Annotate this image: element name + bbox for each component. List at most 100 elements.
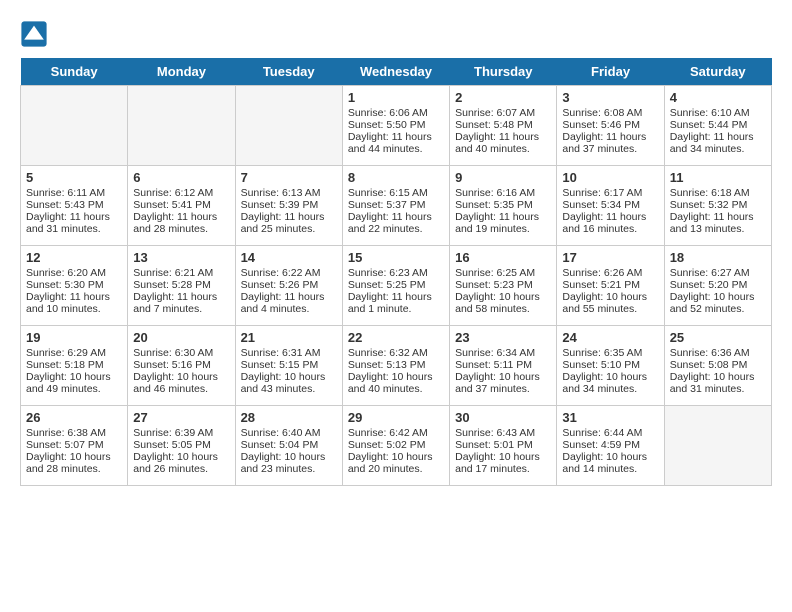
day-info: Sunset: 5:35 PM	[455, 199, 551, 211]
day-header-monday: Monday	[128, 58, 235, 86]
day-info: Daylight: 10 hours and 58 minutes.	[455, 291, 551, 315]
calendar-week-5: 26Sunrise: 6:38 AMSunset: 5:07 PMDayligh…	[21, 406, 772, 486]
day-info: Sunset: 5:11 PM	[455, 359, 551, 371]
calendar-cell: 23Sunrise: 6:34 AMSunset: 5:11 PMDayligh…	[450, 326, 557, 406]
day-number: 4	[670, 90, 766, 105]
day-number: 16	[455, 250, 551, 265]
day-info: Daylight: 10 hours and 17 minutes.	[455, 451, 551, 475]
calendar-week-2: 5Sunrise: 6:11 AMSunset: 5:43 PMDaylight…	[21, 166, 772, 246]
day-info: Sunset: 5:50 PM	[348, 119, 444, 131]
day-number: 3	[562, 90, 658, 105]
day-info: Daylight: 10 hours and 31 minutes.	[670, 371, 766, 395]
day-info: Sunrise: 6:16 AM	[455, 187, 551, 199]
calendar-cell: 17Sunrise: 6:26 AMSunset: 5:21 PMDayligh…	[557, 246, 664, 326]
day-number: 27	[133, 410, 229, 425]
day-number: 5	[26, 170, 122, 185]
calendar-cell: 8Sunrise: 6:15 AMSunset: 5:37 PMDaylight…	[342, 166, 449, 246]
day-header-thursday: Thursday	[450, 58, 557, 86]
day-info: Sunrise: 6:20 AM	[26, 267, 122, 279]
day-info: Sunset: 5:15 PM	[241, 359, 337, 371]
calendar-cell: 5Sunrise: 6:11 AMSunset: 5:43 PMDaylight…	[21, 166, 128, 246]
day-info: Sunset: 5:25 PM	[348, 279, 444, 291]
calendar-cell: 15Sunrise: 6:23 AMSunset: 5:25 PMDayligh…	[342, 246, 449, 326]
day-info: Sunrise: 6:39 AM	[133, 427, 229, 439]
day-number: 9	[455, 170, 551, 185]
day-number: 20	[133, 330, 229, 345]
day-number: 30	[455, 410, 551, 425]
day-info: Sunset: 5:41 PM	[133, 199, 229, 211]
calendar-week-4: 19Sunrise: 6:29 AMSunset: 5:18 PMDayligh…	[21, 326, 772, 406]
calendar-cell	[235, 86, 342, 166]
day-info: Sunset: 5:44 PM	[670, 119, 766, 131]
day-info: Sunset: 5:01 PM	[455, 439, 551, 451]
day-number: 15	[348, 250, 444, 265]
day-info: Sunset: 5:20 PM	[670, 279, 766, 291]
day-info: Sunset: 5:34 PM	[562, 199, 658, 211]
day-info: Daylight: 11 hours and 10 minutes.	[26, 291, 122, 315]
day-info: Daylight: 11 hours and 34 minutes.	[670, 131, 766, 155]
calendar-cell: 3Sunrise: 6:08 AMSunset: 5:46 PMDaylight…	[557, 86, 664, 166]
day-info: Sunset: 5:02 PM	[348, 439, 444, 451]
day-info: Sunset: 5:39 PM	[241, 199, 337, 211]
calendar-cell: 19Sunrise: 6:29 AMSunset: 5:18 PMDayligh…	[21, 326, 128, 406]
calendar-week-1: 1Sunrise: 6:06 AMSunset: 5:50 PMDaylight…	[21, 86, 772, 166]
calendar-cell: 20Sunrise: 6:30 AMSunset: 5:16 PMDayligh…	[128, 326, 235, 406]
calendar-cell: 22Sunrise: 6:32 AMSunset: 5:13 PMDayligh…	[342, 326, 449, 406]
calendar-cell	[128, 86, 235, 166]
day-info: Sunset: 5:26 PM	[241, 279, 337, 291]
day-info: Sunrise: 6:08 AM	[562, 107, 658, 119]
day-info: Sunrise: 6:18 AM	[670, 187, 766, 199]
day-info: Sunrise: 6:21 AM	[133, 267, 229, 279]
calendar-cell: 4Sunrise: 6:10 AMSunset: 5:44 PMDaylight…	[664, 86, 771, 166]
day-info: Sunrise: 6:38 AM	[26, 427, 122, 439]
day-header-friday: Friday	[557, 58, 664, 86]
day-info: Daylight: 11 hours and 4 minutes.	[241, 291, 337, 315]
day-info: Sunrise: 6:26 AM	[562, 267, 658, 279]
calendar-cell: 9Sunrise: 6:16 AMSunset: 5:35 PMDaylight…	[450, 166, 557, 246]
day-info: Sunrise: 6:11 AM	[26, 187, 122, 199]
calendar-cell: 30Sunrise: 6:43 AMSunset: 5:01 PMDayligh…	[450, 406, 557, 486]
day-info: Daylight: 10 hours and 20 minutes.	[348, 451, 444, 475]
calendar-cell: 21Sunrise: 6:31 AMSunset: 5:15 PMDayligh…	[235, 326, 342, 406]
day-number: 2	[455, 90, 551, 105]
day-number: 1	[348, 90, 444, 105]
calendar-table: SundayMondayTuesdayWednesdayThursdayFrid…	[20, 58, 772, 486]
day-info: Daylight: 10 hours and 26 minutes.	[133, 451, 229, 475]
day-info: Daylight: 11 hours and 7 minutes.	[133, 291, 229, 315]
calendar-cell: 18Sunrise: 6:27 AMSunset: 5:20 PMDayligh…	[664, 246, 771, 326]
calendar-cell: 24Sunrise: 6:35 AMSunset: 5:10 PMDayligh…	[557, 326, 664, 406]
day-info: Daylight: 11 hours and 40 minutes.	[455, 131, 551, 155]
day-info: Sunset: 5:10 PM	[562, 359, 658, 371]
day-info: Sunset: 5:04 PM	[241, 439, 337, 451]
day-info: Daylight: 11 hours and 37 minutes.	[562, 131, 658, 155]
day-info: Sunset: 5:48 PM	[455, 119, 551, 131]
day-number: 28	[241, 410, 337, 425]
day-info: Sunrise: 6:29 AM	[26, 347, 122, 359]
day-info: Sunrise: 6:15 AM	[348, 187, 444, 199]
calendar-cell: 31Sunrise: 6:44 AMSunset: 4:59 PMDayligh…	[557, 406, 664, 486]
day-number: 17	[562, 250, 658, 265]
day-info: Daylight: 10 hours and 43 minutes.	[241, 371, 337, 395]
day-info: Sunrise: 6:13 AM	[241, 187, 337, 199]
day-info: Sunset: 5:21 PM	[562, 279, 658, 291]
day-info: Sunrise: 6:32 AM	[348, 347, 444, 359]
day-info: Sunset: 5:13 PM	[348, 359, 444, 371]
calendar-week-3: 12Sunrise: 6:20 AMSunset: 5:30 PMDayligh…	[21, 246, 772, 326]
calendar-cell: 1Sunrise: 6:06 AMSunset: 5:50 PMDaylight…	[342, 86, 449, 166]
calendar-body: 1Sunrise: 6:06 AMSunset: 5:50 PMDaylight…	[21, 86, 772, 486]
day-info: Sunrise: 6:34 AM	[455, 347, 551, 359]
day-number: 7	[241, 170, 337, 185]
calendar-cell: 16Sunrise: 6:25 AMSunset: 5:23 PMDayligh…	[450, 246, 557, 326]
logo-icon	[20, 20, 48, 48]
day-number: 8	[348, 170, 444, 185]
day-info: Sunrise: 6:25 AM	[455, 267, 551, 279]
day-info: Sunset: 5:05 PM	[133, 439, 229, 451]
calendar-cell: 29Sunrise: 6:42 AMSunset: 5:02 PMDayligh…	[342, 406, 449, 486]
day-info: Sunrise: 6:17 AM	[562, 187, 658, 199]
day-number: 21	[241, 330, 337, 345]
day-info: Sunrise: 6:23 AM	[348, 267, 444, 279]
day-info: Daylight: 10 hours and 37 minutes.	[455, 371, 551, 395]
day-info: Sunset: 5:16 PM	[133, 359, 229, 371]
day-number: 11	[670, 170, 766, 185]
day-number: 31	[562, 410, 658, 425]
